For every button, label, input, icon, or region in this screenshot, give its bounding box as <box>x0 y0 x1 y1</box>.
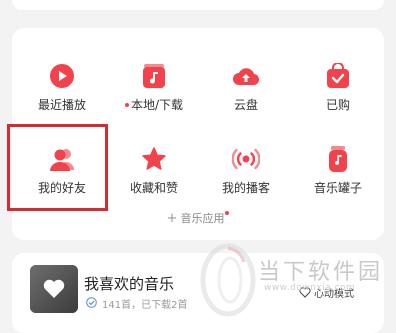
plus-icon: + <box>166 211 178 226</box>
more-apps-label: 音乐应用 <box>180 212 225 225</box>
grid-item-label: 收藏和赞 <box>129 181 178 195</box>
grid-item-local-download[interactable]: 本地/下载 <box>108 40 200 120</box>
grid-item-label: 最近播放 <box>37 98 86 112</box>
new-dot-badge <box>225 211 230 215</box>
grid-item-purchased[interactable]: 已购 <box>292 40 384 120</box>
grid-item-label: 已购 <box>325 98 350 112</box>
cloud-upload-icon <box>232 62 260 90</box>
grid-item-label: 本地/下载 <box>130 98 184 112</box>
previous-card <box>12 0 384 10</box>
playlist-subtitle: 141首，已下载2首 <box>102 300 188 311</box>
watermark-url: www.downxia.com <box>264 283 356 293</box>
grid-item-music-jar[interactable]: 音乐罐子 <box>292 123 384 203</box>
podcast-icon <box>232 145 260 173</box>
grid-item-label: 云盘 <box>233 98 258 112</box>
new-dot-badge <box>124 102 129 107</box>
heart-icon <box>42 277 66 303</box>
star-icon <box>140 145 168 173</box>
grid-item-cloud-disk[interactable]: 云盘 <box>200 40 292 120</box>
music-note-icon <box>140 62 168 90</box>
download-check-icon <box>86 296 97 311</box>
playlist-title: 我喜欢的音乐 <box>84 275 175 293</box>
purchased-bag-icon <box>324 62 352 90</box>
watermark-logo <box>200 240 256 322</box>
grid-item-label: 音乐罐子 <box>313 181 362 195</box>
playlist-cover <box>30 265 78 313</box>
grid-item-label: 我的播客 <box>221 181 270 195</box>
more-apps-button[interactable]: + 音乐应用 <box>12 210 384 226</box>
grid-item-favorites-likes[interactable]: 收藏和赞 <box>108 123 200 203</box>
grid-item-recent-play[interactable]: 最近播放 <box>16 40 108 120</box>
grid-item-my-podcast[interactable]: 我的播客 <box>200 123 292 203</box>
play-icon <box>48 62 76 90</box>
music-jar-icon <box>324 145 352 173</box>
watermark-text: 当下软件园 <box>258 260 384 285</box>
highlight-box <box>7 124 108 211</box>
